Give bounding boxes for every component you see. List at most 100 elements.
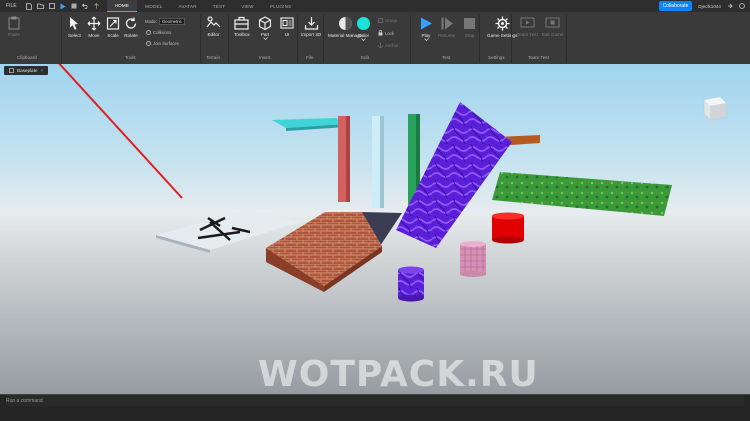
- import-3d-label: Import 3D: [301, 32, 322, 37]
- document-tab[interactable]: Baseplate ×: [4, 66, 49, 75]
- join-surfaces-radio[interactable]: [146, 41, 151, 46]
- purple-cylinder-top: [398, 266, 424, 274]
- ribbon: Paste Clipboard Select Move Scale Rotate…: [0, 12, 750, 65]
- ui-icon: [280, 17, 294, 29]
- collisions-radio[interactable]: [146, 30, 151, 35]
- top-right-area: Collaborate Djeclk1044: [658, 1, 745, 11]
- rotate-icon: [125, 17, 137, 29]
- join-surfaces-toggle[interactable]: Join Surfaces: [146, 41, 179, 46]
- toolbox-icon: [234, 16, 250, 30]
- open-file-icon[interactable]: [36, 3, 44, 9]
- game-settings-button[interactable]: Game Settings: [487, 16, 517, 38]
- insert-group-label: Insert: [259, 55, 271, 60]
- terrain-group-label: Terrain: [206, 55, 221, 60]
- import-3d-button[interactable]: Import 3D: [301, 16, 321, 37]
- paste-label: Paste: [8, 32, 20, 37]
- collaborate-button[interactable]: Collaborate: [658, 1, 693, 11]
- ui-button[interactable]: UI: [280, 16, 294, 37]
- resume-label: Resume: [438, 33, 456, 38]
- user-name[interactable]: Djeclk1044: [698, 4, 721, 9]
- collisions-toggle[interactable]: Collisions: [146, 30, 171, 35]
- ribbon-separator: [410, 15, 411, 63]
- import-icon: [304, 17, 318, 30]
- cube-icon: [258, 16, 272, 30]
- chevron-down-icon[interactable]: [423, 38, 429, 41]
- white-pillar-shade: [380, 116, 384, 208]
- team-test-button[interactable]: Team Test: [517, 16, 538, 37]
- ribbon-separator: [323, 15, 324, 63]
- document-tab-label: Baseplate: [17, 68, 38, 73]
- view-cube[interactable]: [700, 94, 728, 122]
- scale-tool-button[interactable]: Scale: [106, 16, 120, 38]
- red-cylinder[interactable]: [492, 216, 524, 240]
- tab-test[interactable]: TEST: [205, 0, 234, 12]
- play-icon: [421, 17, 432, 30]
- paste-button[interactable]: Paste: [8, 16, 20, 37]
- tab-home[interactable]: HOME: [106, 0, 138, 12]
- ribbon-separator: [297, 15, 298, 63]
- 3d-viewport[interactable]: Baseplate × WOTPACK.RU: [0, 64, 750, 394]
- clipboard-icon: [8, 16, 20, 30]
- ribbon-separator: [61, 15, 62, 63]
- select-tool-button[interactable]: Select: [68, 16, 81, 38]
- pink-cylinder-top: [460, 241, 486, 247]
- terrain-editor-label: Editor: [207, 32, 220, 37]
- exit-game-button[interactable]: Exit Game: [542, 16, 563, 37]
- cursor-icon: [70, 17, 79, 30]
- resume-button[interactable]: Resume: [438, 16, 455, 38]
- pink-cylinder[interactable]: [460, 244, 486, 274]
- purple-cylinder[interactable]: [398, 270, 424, 298]
- lock-button[interactable]: Lock: [378, 30, 394, 36]
- lock-icon: [378, 30, 383, 36]
- move-arrows-icon: [87, 16, 101, 31]
- close-icon[interactable]: ×: [40, 68, 43, 73]
- undo-icon[interactable]: [81, 3, 89, 9]
- rotate-tool-button[interactable]: Rotate: [124, 16, 138, 38]
- resume-icon: [441, 17, 453, 30]
- settings-group-label: Settings: [488, 55, 505, 60]
- tab-view[interactable]: VIEW: [233, 0, 262, 12]
- redo-icon[interactable]: [93, 3, 99, 9]
- help-icon[interactable]: [739, 3, 745, 9]
- rotate-label: Rotate: [124, 33, 138, 38]
- save-icon[interactable]: [48, 3, 55, 9]
- select-label: Select: [68, 33, 81, 38]
- gear-icon: [495, 16, 510, 31]
- move-label: Move: [88, 33, 100, 38]
- new-file-icon[interactable]: [25, 2, 32, 10]
- ribbon-separator: [200, 15, 201, 63]
- toolbox-label: Toolbox: [234, 32, 250, 37]
- lock-label: Lock: [385, 30, 395, 36]
- stop-button[interactable]: Stop: [463, 16, 476, 38]
- quick-access-toolbar: [25, 2, 99, 10]
- color-button[interactable]: Color: [356, 16, 371, 41]
- toolbox-button[interactable]: Toolbox: [234, 16, 250, 37]
- tab-plugins[interactable]: PLUGINS: [262, 0, 300, 12]
- ribbon-separator: [566, 15, 567, 63]
- chevron-down-icon[interactable]: [361, 38, 366, 41]
- share-icon[interactable]: [727, 3, 733, 9]
- group-label: Group: [385, 18, 397, 23]
- command-input[interactable]: [6, 395, 744, 406]
- chevron-down-icon[interactable]: [262, 37, 268, 40]
- terrain-icon: [206, 16, 221, 28]
- tab-avatar[interactable]: AVATAR: [171, 0, 205, 12]
- team-test-group-label: Team Test: [528, 55, 549, 60]
- mode-dropdown[interactable]: Geometric: [158, 18, 185, 25]
- clipboard-group-label: Clipboard: [17, 55, 37, 60]
- play-icon[interactable]: [60, 3, 66, 10]
- stop-icon: [464, 18, 475, 29]
- play-button[interactable]: Play: [419, 16, 433, 41]
- file-menu[interactable]: FILE: [6, 3, 17, 9]
- scene-canvas[interactable]: [0, 64, 750, 394]
- red-cylinder-bottom: [492, 236, 524, 244]
- grass-slab[interactable]: [492, 172, 672, 216]
- anchor-button[interactable]: Anchor: [378, 42, 399, 48]
- tab-model[interactable]: MODEL: [137, 0, 170, 12]
- move-tool-button[interactable]: Move: [87, 16, 101, 38]
- group-button[interactable]: Group: [378, 18, 397, 23]
- terrain-editor-button[interactable]: Editor: [206, 16, 221, 37]
- stop-label: Stop: [464, 33, 475, 38]
- stop-icon[interactable]: [71, 3, 77, 9]
- part-button[interactable]: Part: [258, 16, 272, 40]
